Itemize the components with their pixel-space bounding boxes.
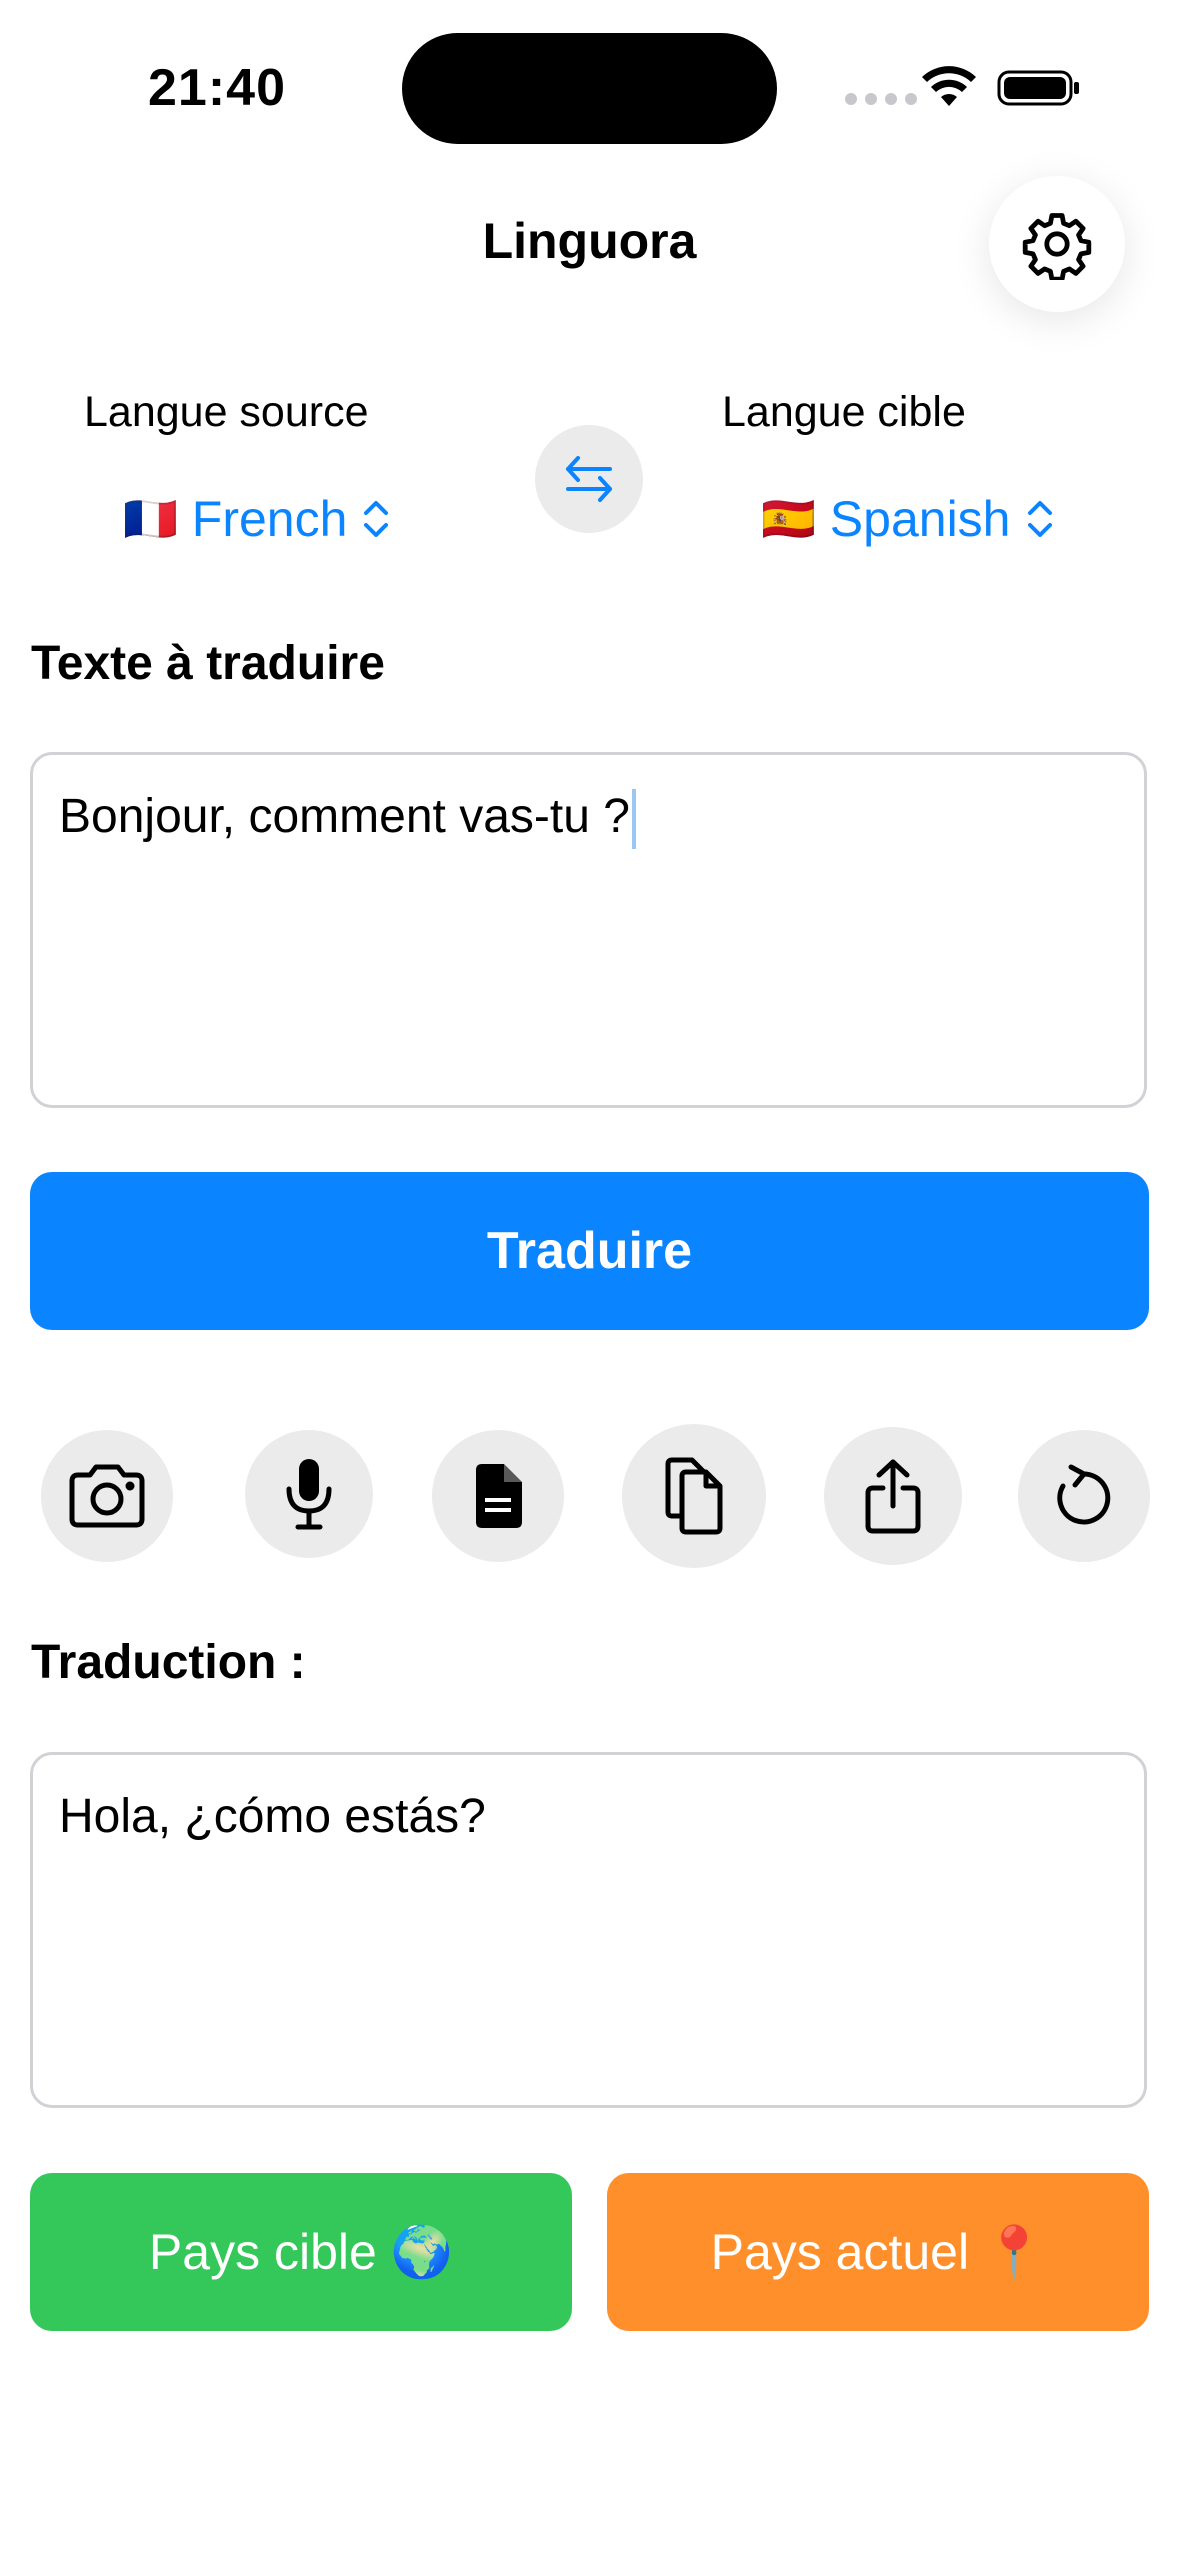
globe-icon: 🌍 [390, 2223, 454, 2280]
target-flag: 🇪🇸 [761, 495, 816, 544]
chevron-updown-icon [1027, 501, 1052, 537]
translate-button[interactable]: Traduire [30, 1172, 1149, 1330]
microphone-button[interactable] [245, 1430, 373, 1558]
settings-button[interactable] [989, 176, 1125, 312]
microphone-icon [286, 1459, 332, 1530]
reset-icon [1057, 1464, 1111, 1525]
chevron-updown-icon [364, 501, 389, 537]
swap-arrows-icon [566, 456, 612, 502]
status-time: 21:40 [148, 59, 286, 117]
source-flag: 🇫🇷 [123, 495, 178, 544]
camera-icon [69, 1464, 145, 1528]
output-section-title: Traduction : [31, 1636, 306, 1689]
translate-button-label: Traduire [486, 1222, 693, 1280]
signal-icon [845, 93, 917, 105]
source-language-label: Langue source [84, 388, 369, 436]
source-language-picker[interactable]: 🇫🇷 French [123, 490, 391, 548]
current-country-label: Pays actuel [710, 2224, 970, 2280]
text-caret [631, 789, 636, 850]
battery-icon [997, 70, 1079, 106]
current-country-button[interactable]: Pays actuel 📍 [607, 2173, 1149, 2331]
swap-languages-button[interactable] [535, 425, 643, 533]
pin-icon: 📍 [983, 2223, 1046, 2280]
translation-value: Hola, ¿cómo estás? [59, 1790, 486, 1843]
wifi-icon [922, 66, 976, 106]
document-icon [476, 1464, 522, 1528]
share-button[interactable] [824, 1427, 962, 1565]
target-language-picker[interactable]: 🇪🇸 Spanish [761, 490, 1055, 548]
translation-output[interactable]: Hola, ¿cómo estás? [30, 1752, 1147, 2108]
target-country-label: Pays cible [148, 2224, 377, 2280]
input-section-title: Texte à traduire [31, 637, 385, 690]
target-language-label: Langue cible [722, 388, 966, 436]
copy-icon [665, 1457, 723, 1535]
target-language-value: Spanish [829, 491, 1011, 547]
source-language-value: French [191, 491, 348, 547]
reset-button[interactable] [1018, 1430, 1150, 1562]
dynamic-island [402, 33, 777, 144]
share-icon [865, 1459, 921, 1534]
source-text-input[interactable]: Bonjour, comment vas-tu ? [30, 752, 1147, 1108]
document-button[interactable] [432, 1430, 564, 1562]
gear-icon [1022, 213, 1092, 280]
source-text-value: Bonjour, comment vas-tu ? [59, 790, 630, 843]
camera-button[interactable] [41, 1430, 173, 1562]
copy-button[interactable] [622, 1424, 766, 1568]
target-country-button[interactable]: Pays cible 🌍 [30, 2173, 572, 2331]
